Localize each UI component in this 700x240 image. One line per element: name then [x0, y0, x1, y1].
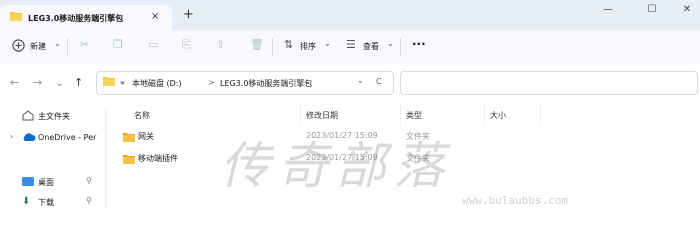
cut-icon[interactable]: ✂ — [80, 38, 89, 51]
column-header-size[interactable]: 大小 — [490, 110, 506, 121]
maximize-icon[interactable]: ☐ — [644, 4, 660, 15]
file-name: 移动端插件 — [138, 154, 178, 163]
delete-icon[interactable]: 🗑 — [250, 38, 264, 51]
sort-icon: ⇅ — [284, 38, 294, 51]
sidebar-item-label: 下载 — [38, 198, 54, 207]
search-input[interactable] — [400, 71, 698, 95]
pane-splitter[interactable] — [105, 110, 107, 208]
divider — [67, 38, 68, 56]
back-icon[interactable]: ← — [10, 76, 19, 89]
divider — [272, 38, 273, 56]
address-bar[interactable]: « 本地磁盘 (D:) > LEG3.0移动服务端引擎包 ⌄ C — [96, 71, 394, 95]
close-tab-icon[interactable]: × — [151, 11, 159, 22]
up-icon[interactable]: ↑ — [74, 76, 83, 89]
tab-title: LEG3.0移动服务端引擎包 — [28, 14, 124, 23]
folder-icon — [123, 154, 135, 167]
rename-icon[interactable]: ⎘ — [182, 38, 191, 52]
chevron-down-icon: ⌄ — [324, 39, 331, 48]
address-dropdown-icon[interactable]: ⌄ — [357, 76, 364, 85]
watermark-url: www.bulaubbs.com — [462, 194, 568, 207]
forward-icon[interactable]: → — [33, 76, 42, 89]
column-divider[interactable] — [484, 104, 485, 126]
breadcrumb-drive[interactable]: 本地磁盘 (D:) — [132, 78, 182, 89]
desktop-icon — [22, 177, 34, 189]
refresh-icon[interactable]: C — [376, 77, 382, 86]
chevron-down-icon: ⌄ — [54, 39, 61, 48]
watermark-text: 传奇部落 — [220, 137, 452, 195]
paste-icon[interactable]: ▭ — [148, 38, 158, 51]
breadcrumb-separator[interactable]: > — [208, 78, 215, 87]
column-divider[interactable] — [540, 104, 541, 126]
sort-label: 排序 — [300, 42, 316, 51]
new-tab-icon[interactable]: + — [183, 7, 194, 22]
folder-icon — [10, 11, 22, 21]
folder-icon — [123, 132, 135, 145]
tab-current[interactable]: LEG3.0移动服务端引擎包 × — [0, 5, 172, 30]
column-header-modified[interactable]: 修改日期 — [306, 110, 338, 121]
more-options-icon[interactable]: ··· — [412, 37, 426, 51]
share-icon[interactable]: ⇪ — [216, 38, 225, 51]
minimize-icon[interactable]: — — [600, 4, 616, 15]
view-list-icon: ☰ — [346, 38, 356, 51]
pin-icon[interactable]: ⚲ — [86, 176, 92, 185]
file-name: 网关 — [138, 132, 154, 141]
pin-icon[interactable]: ⚲ — [86, 196, 92, 205]
folder-icon — [103, 76, 115, 89]
plus-circle-icon — [12, 39, 25, 55]
copy-icon[interactable]: ❐ — [113, 38, 123, 51]
cloud-icon — [22, 133, 36, 145]
breadcrumb-folder[interactable]: LEG3.0移动服务端引擎包 — [220, 78, 312, 89]
column-divider[interactable] — [300, 104, 301, 126]
recent-locations-icon[interactable]: ⌄ — [55, 76, 64, 89]
new-label: 新建 — [30, 42, 46, 51]
home-icon — [22, 110, 34, 124]
divider — [400, 38, 401, 56]
sidebar-item-label: 主文件夹 — [38, 112, 70, 121]
column-header-type[interactable]: 类型 — [406, 110, 422, 121]
chevron-down-icon: ⌄ — [387, 39, 394, 48]
chevron-right-icon[interactable]: › — [10, 132, 13, 141]
sidebar-item-label: OneDrive - Per — [38, 133, 97, 142]
column-header-name[interactable]: 名称 — [134, 110, 150, 121]
window-close-icon[interactable]: ✕ — [679, 4, 695, 15]
download-icon: ⬇ — [22, 196, 31, 207]
column-divider[interactable] — [400, 104, 401, 126]
overflow-crumb[interactable]: « — [120, 78, 125, 87]
sidebar-item-label: 桌面 — [38, 178, 54, 187]
view-label: 查看 — [363, 42, 379, 51]
